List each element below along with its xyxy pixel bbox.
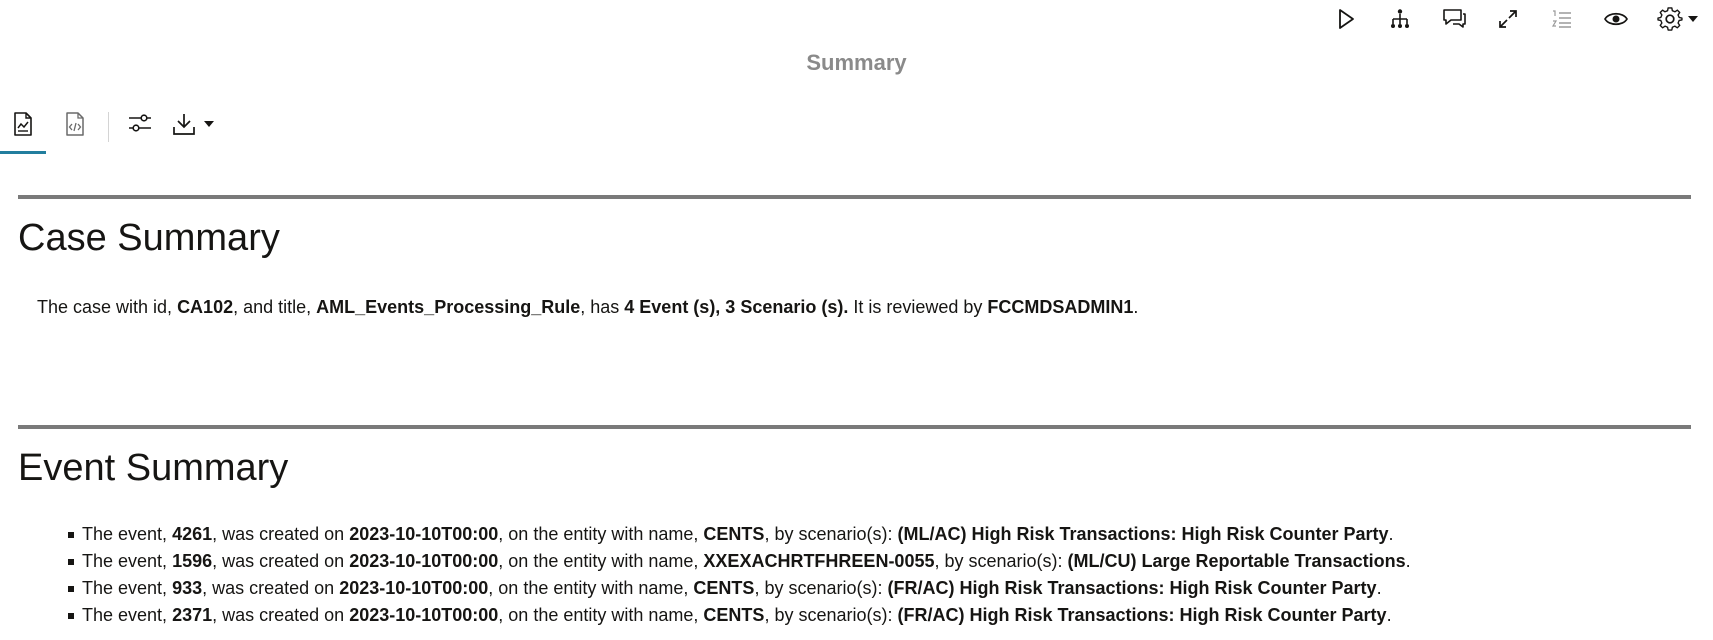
text: , by scenario(s): [764,605,898,625]
numbered-list-icon [1551,10,1571,28]
text: , has [580,297,625,317]
run-button[interactable] [1319,4,1373,34]
event-scenario: (FR/AC) High Risk Transactions: High Ris… [887,578,1377,598]
expand-icon [1499,10,1517,28]
event-id: 933 [172,578,203,598]
event-summary-heading: Event Summary [18,447,289,489]
text: The event, [82,551,173,571]
page-title: Summary [806,50,907,75]
case-summary-heading: Case Summary [18,217,280,259]
code-icon [66,112,84,136]
download-menu-button[interactable] [171,104,215,154]
text: The event, [82,578,173,598]
settings-menu-button[interactable] [1643,4,1713,34]
chevron-down-icon [204,121,214,127]
event-scenario: (ML/AC) High Risk Transactions: High Ris… [897,524,1389,544]
event-date: 2023-10-10T00:00 [349,551,499,571]
numbered-list-button[interactable] [1535,4,1589,34]
event-id: 2371 [172,605,213,625]
filter-settings-button[interactable] [127,104,153,154]
sliders-icon [129,114,151,132]
text: , on the entity with name, [488,578,694,598]
event-list: The event, 4261, was created on 2023-10-… [18,521,1691,629]
text: , by scenario(s): [764,524,898,544]
preview-button[interactable] [1589,4,1643,34]
text: , on the entity with name, [498,524,704,544]
event-date: 2023-10-10T00:00 [349,524,499,544]
report-icon [14,112,32,136]
event-id: 4261 [172,524,213,544]
text: The event, [82,605,173,625]
list-item: The event, 2371, was created on 2023-10-… [68,602,1691,629]
tab-report[interactable] [0,104,46,154]
toolbar-divider [108,112,109,142]
event-scenario: (ML/CU) Large Reportable Transactions [1067,551,1406,571]
chevron-down-icon [1688,16,1698,22]
event-entity: CENTS [693,578,755,598]
expand-button[interactable] [1481,4,1535,34]
text: , was created on [212,524,350,544]
list-item: The event, 4261, was created on 2023-10-… [68,521,1691,548]
text: , on the entity with name, [498,551,704,571]
eye-icon [1604,12,1628,26]
case-reviewer: FCCMDSADMIN1 [987,297,1134,317]
text: . [1386,605,1392,625]
list-item: The event, 933, was created on 2023-10-1… [68,575,1691,602]
text: , was created on [202,578,340,598]
event-entity: CENTS [703,524,765,544]
event-entity: CENTS [703,605,765,625]
text: The event, [82,524,173,544]
event-id: 1596 [172,551,213,571]
text: . [1376,578,1382,598]
event-entity: XXEXACHRTFHREEN-0055 [703,551,935,571]
text: , was created on [212,551,350,571]
comments-button[interactable] [1427,4,1481,34]
text: , by scenario(s): [934,551,1068,571]
download-icon [173,114,195,135]
event-summary-section: Event Summary The event, 4261, was creat… [18,425,1691,629]
case-title: AML_Events_Processing_Rule [316,297,581,317]
event-scenario: (FR/AC) High Risk Transactions: High Ris… [897,605,1387,625]
text: . [1388,524,1394,544]
case-counts: 4 Event (s), 3 Scenario (s). [624,297,849,317]
view-tabs [0,104,233,154]
hierarchy-icon [1391,9,1409,28]
hierarchy-button[interactable] [1373,4,1427,34]
report-content: Case Summary The case with id, CA102, an… [18,195,1691,629]
tab-code[interactable] [52,104,98,154]
play-icon [1339,9,1354,29]
text: . [1133,297,1139,317]
case-id: CA102 [177,297,234,317]
list-item: The event, 1596, was created on 2023-10-… [68,548,1691,575]
comments-icon [1443,9,1466,28]
text: . [1405,551,1411,571]
case-summary-text: The case with id, CA102, and title, AML_… [37,295,1691,319]
text: , by scenario(s): [754,578,888,598]
gear-icon [1657,7,1683,31]
text: The case with id, [37,297,178,317]
event-date: 2023-10-10T00:00 [339,578,489,598]
text: , and title, [233,297,317,317]
top-toolbar [1319,4,1713,34]
text: , was created on [212,605,350,625]
text: , on the entity with name, [498,605,704,625]
case-summary-section: Case Summary The case with id, CA102, an… [18,195,1691,425]
text: It is reviewed by [848,297,988,317]
event-date: 2023-10-10T00:00 [349,605,499,625]
